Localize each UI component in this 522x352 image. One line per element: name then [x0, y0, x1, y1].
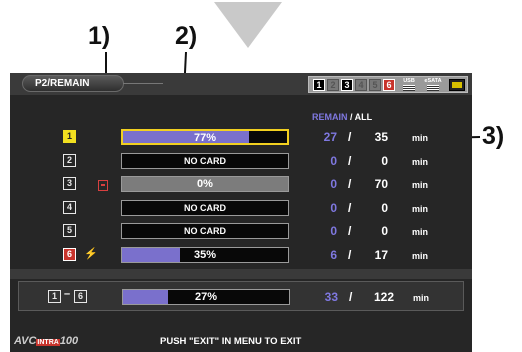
slot-3-status-icon: 3 [341, 79, 353, 91]
page-title: P2/REMAIN [22, 75, 163, 92]
header-remain: REMAIN [312, 112, 348, 122]
media-status-strip: 1 2 3 4 5 6 USB eSATA [308, 76, 468, 93]
slot-6-status-icon: 6 [383, 79, 395, 91]
all-value-4: 0 [381, 201, 388, 215]
slot-row-3: 3 0% 0 / 70 min [10, 174, 472, 192]
all-value-2: 0 [381, 154, 388, 168]
unit-3: min [412, 180, 429, 190]
capacity-text-2: NO CARD [184, 156, 226, 166]
slash: / [349, 290, 353, 304]
write-protect-icon [98, 180, 108, 191]
remain-value-3: 0 [330, 177, 337, 191]
usb-drive-icon: USB [398, 78, 420, 92]
unit-5: min [412, 227, 429, 237]
lightning-warning-icon: ⚡ [84, 248, 98, 260]
slot-number-6: 6 [63, 248, 76, 261]
unit-2: min [412, 157, 429, 167]
total-panel: 1 – 6 27% 33 / 122 min [18, 281, 464, 311]
capacity-bar-3: 0% [121, 176, 289, 192]
footer-bar: AVCINTRA100 PUSH "EXIT" IN MENU TO EXIT [10, 332, 472, 352]
capacity-text-5: NO CARD [184, 226, 226, 236]
capacity-bar-5: NO CARD [121, 223, 289, 239]
monitor-icon [449, 79, 465, 91]
capacity-bar-4: NO CARD [121, 200, 289, 216]
esata-label: eSATA [424, 78, 442, 84]
slot-number-3: 3 [63, 177, 76, 190]
all-value-6: 17 [374, 248, 388, 262]
remain-value-5: 0 [330, 224, 337, 238]
unit-4: min [412, 204, 429, 214]
lcd-screen: P2/REMAIN 1 2 3 4 5 6 USB eSATA REMAIN /… [10, 73, 472, 352]
all-value-1: 35 [374, 130, 388, 144]
total-from-slot: 1 [48, 290, 61, 303]
all-value-5: 0 [381, 224, 388, 238]
slot-5-status-icon: 5 [369, 79, 381, 91]
capacity-text-3: 0% [197, 178, 213, 190]
slot-number-2: 2 [63, 154, 76, 167]
remain-value-4: 0 [330, 201, 337, 215]
slash: / [348, 177, 352, 191]
slot-2-status-icon: 2 [327, 79, 339, 91]
unit-6: min [412, 251, 429, 261]
capacity-bar-6: 35% [121, 247, 289, 263]
slash: / [348, 224, 352, 238]
slash: / [348, 201, 352, 215]
slot-row-1: 1 77% 27 / 35 min [10, 127, 472, 145]
esata-drive-icon: eSATA [422, 78, 444, 92]
capacity-text-1: 77% [193, 132, 217, 144]
slot-number-5: 5 [63, 224, 76, 237]
capacity-bar-2: NO CARD [121, 153, 289, 169]
total-remain-value: 33 [324, 290, 338, 304]
slot-row-2: 2 NO CARD 0 / 0 min [10, 151, 472, 169]
slot-number-1: 1 [63, 130, 76, 143]
section-divider [10, 269, 472, 279]
all-value-3: 70 [374, 177, 388, 191]
slot-row-6: 6 ⚡ 35% 6 / 17 min [10, 245, 472, 263]
slot-row-4: 4 NO CARD 0 / 0 min [10, 198, 472, 216]
slot-4-status-icon: 4 [355, 79, 367, 91]
total-unit: min [413, 293, 430, 303]
remain-value-1: 27 [323, 130, 337, 144]
slot-number-4: 4 [63, 201, 76, 214]
total-capacity-text: 27% [194, 291, 218, 303]
total-to-slot: 6 [74, 290, 87, 303]
avc-intra-logo: AVCINTRA100 [14, 335, 79, 347]
title-bar: P2/REMAIN 1 2 3 4 5 6 USB eSATA [10, 73, 472, 95]
header-all: / ALL [350, 112, 373, 122]
usb-label: USB [403, 78, 415, 84]
capacity-bar-1: 77% [121, 129, 289, 145]
exit-instruction: PUSH "EXIT" IN MENU TO EXIT [160, 336, 302, 347]
slash: / [348, 154, 352, 168]
remain-value-6: 6 [330, 248, 337, 262]
capacity-text-6: 35% [193, 249, 217, 261]
total-all-value: 122 [373, 290, 394, 304]
capacity-text-4: NO CARD [184, 203, 226, 213]
remain-value-2: 0 [330, 154, 337, 168]
slot-row-5: 5 NO CARD 0 / 0 min [10, 221, 472, 239]
slash: / [348, 248, 352, 262]
total-row: 1 – 6 27% 33 / 122 min [11, 287, 472, 305]
slash: / [348, 130, 352, 144]
slot-1-status-icon: 1 [313, 79, 325, 91]
unit-1: min [412, 133, 429, 143]
total-dash: – [64, 288, 71, 300]
total-capacity-bar: 27% [122, 289, 290, 305]
